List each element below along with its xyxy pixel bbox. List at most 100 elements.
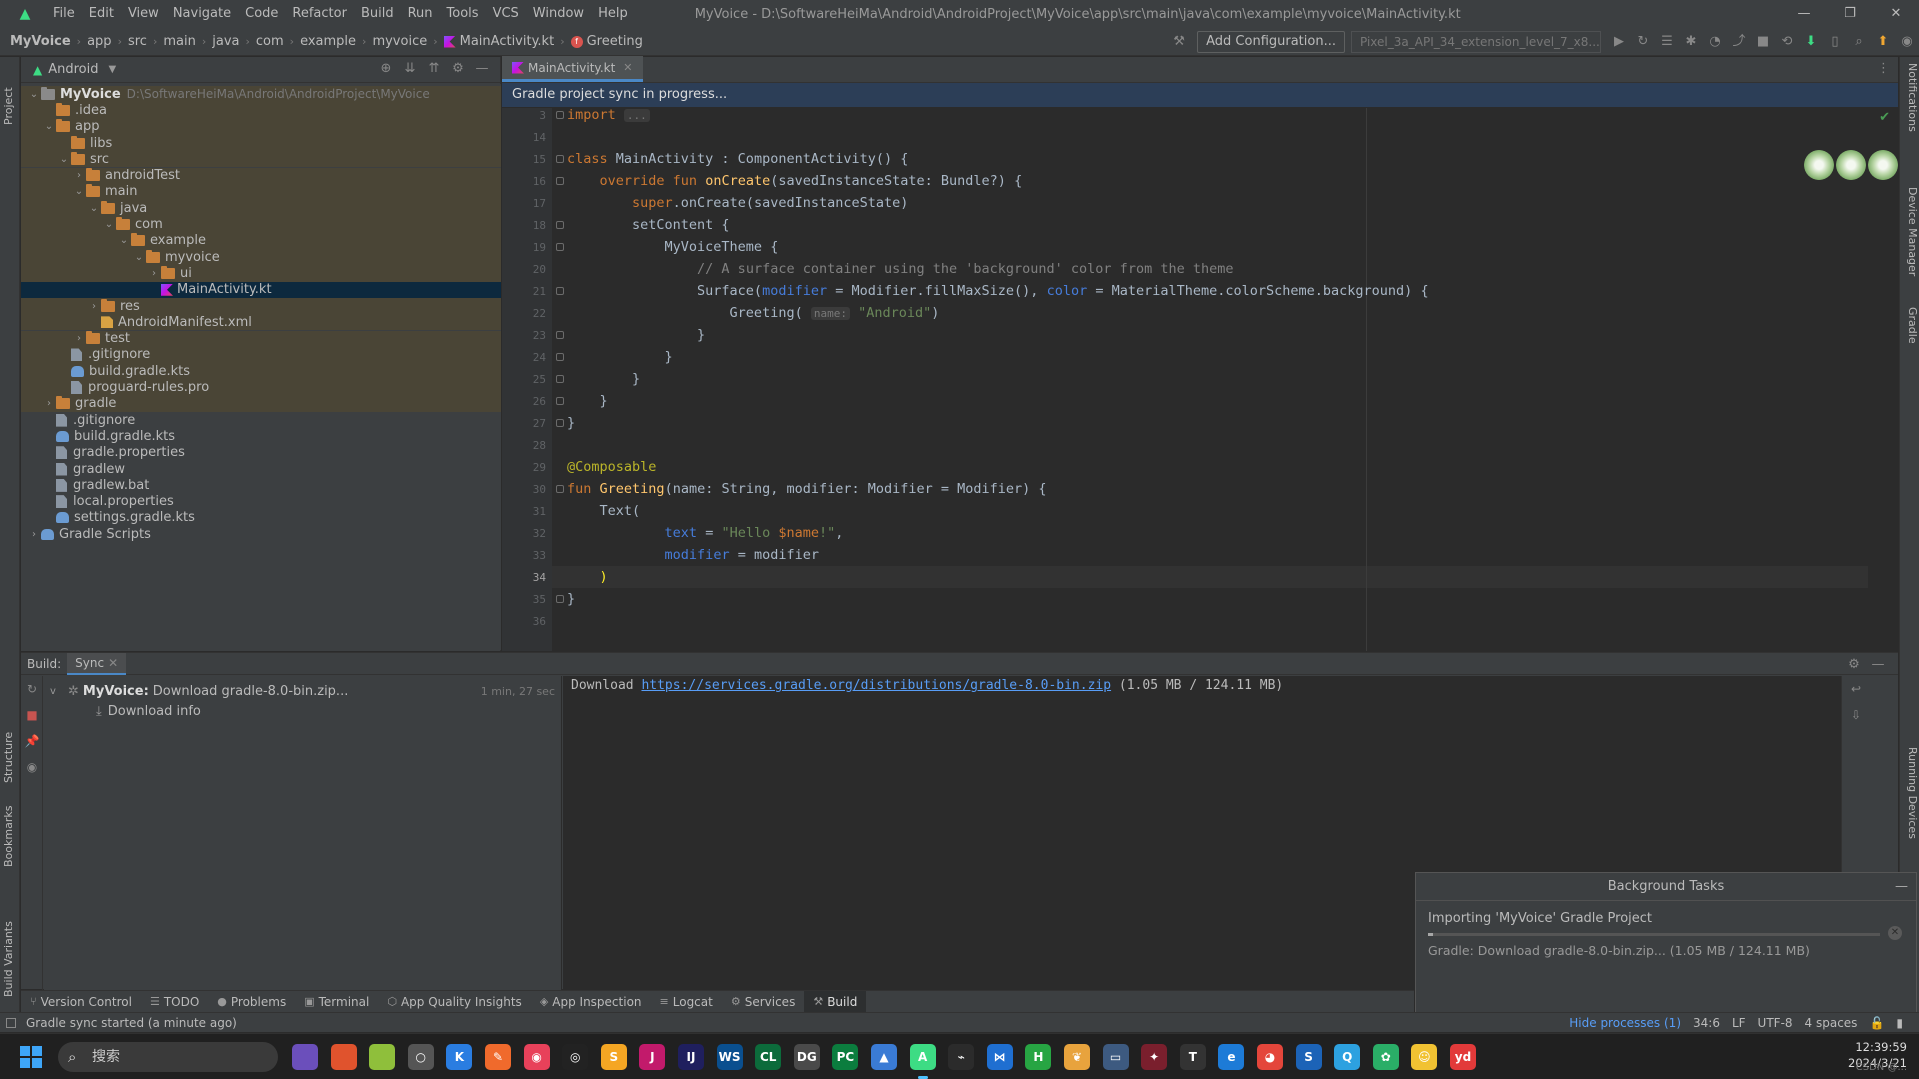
taskbar-search[interactable]: ⌕ 搜索	[58, 1042, 278, 1072]
app-icon[interactable]: ✦	[1141, 1044, 1168, 1070]
chevron-right-icon[interactable]: ›	[72, 170, 86, 181]
device-manager-icon[interactable]: ▯	[1823, 30, 1847, 54]
intellij-icon[interactable]: IJ	[678, 1044, 704, 1070]
typora-icon[interactable]: T	[1179, 1044, 1206, 1070]
tree-item[interactable]: gradlew.bat	[21, 477, 501, 493]
tree-item[interactable]: .gitignore	[21, 412, 501, 428]
menu-code[interactable]: Code	[238, 0, 285, 28]
collapse-all-icon[interactable]: ⇈	[422, 57, 446, 81]
attach-debugger-icon[interactable]: ⤴	[1727, 30, 1751, 54]
breadcrumb-item[interactable]: com	[252, 34, 288, 49]
app-icon[interactable]: ⌁	[948, 1044, 975, 1070]
tree-item[interactable]: libs	[21, 134, 501, 152]
tree-item[interactable]: .idea	[21, 102, 501, 119]
breadcrumb-item[interactable]: app	[83, 34, 115, 49]
fold-marker-icon[interactable]	[556, 287, 564, 295]
breadcrumb-item[interactable]: MainActivity.kt	[440, 34, 559, 49]
code-line[interactable]: }	[567, 346, 673, 368]
code-area[interactable]: 3 14 15 16 17 18 19 20 21 22 23 24 25 26 27 28 29 30 31 32 3…	[502, 108, 1898, 651]
soft-wrap-icon[interactable]: ↩	[1842, 676, 1870, 702]
menu-help[interactable]: Help	[591, 0, 635, 28]
fold-marker-icon[interactable]	[556, 155, 564, 163]
sync-gradle-icon[interactable]: ⟲	[1775, 30, 1799, 54]
code-line[interactable]: }	[567, 390, 608, 412]
datagrip-icon[interactable]: DG	[793, 1044, 820, 1070]
breadcrumb-item[interactable]: java	[208, 34, 243, 49]
app-icon[interactable]: ◉	[523, 1044, 550, 1070]
tree-item[interactable]: ⌄ app	[21, 118, 501, 135]
tree-item[interactable]: › res	[21, 297, 501, 315]
indent-setting[interactable]: 4 spaces	[1805, 1016, 1858, 1030]
chevron-right-icon[interactable]: ›	[147, 268, 161, 279]
wechat-icon[interactable]: ✿	[1372, 1044, 1399, 1070]
tree-item[interactable]: MainActivity.kt	[21, 281, 501, 298]
file-encoding[interactable]: UTF-8	[1758, 1016, 1793, 1030]
fold-marker-icon[interactable]	[556, 111, 564, 119]
code-line[interactable]: }	[567, 324, 705, 346]
breadcrumb-item[interactable]: main	[159, 34, 199, 49]
run-icon[interactable]: ▶	[1607, 30, 1631, 54]
tree-item[interactable]: ⌄ example	[21, 232, 501, 249]
tree-item[interactable]: ⌄ java	[21, 200, 501, 217]
fold-marker-icon[interactable]	[556, 331, 564, 339]
fold-marker-icon[interactable]	[556, 177, 564, 185]
tree-item[interactable]: settings.gradle.kts	[21, 510, 501, 526]
tree-item[interactable]: AndroidManifest.xml	[21, 314, 501, 331]
code-line[interactable]: import ...	[567, 108, 650, 126]
lock-icon[interactable]: 🔓	[1869, 1016, 1884, 1030]
pycharm-icon[interactable]: PC	[832, 1044, 859, 1070]
app-icon[interactable]: Q	[1334, 1044, 1361, 1070]
running-devices-tool-tab[interactable]: Running Devices	[1903, 747, 1919, 857]
account-icon[interactable]: ◉	[1895, 30, 1919, 54]
tool-tab-version-control[interactable]: ⑂ Version Control	[21, 991, 141, 1013]
chevron-down-icon[interactable]: ⌄	[72, 186, 86, 197]
jetbrains-icon[interactable]: J	[639, 1044, 666, 1070]
menu-view[interactable]: View	[121, 0, 166, 28]
pin-icon[interactable]: 📌	[21, 728, 43, 754]
build-task-row[interactable]: v ✲ MyVoice: Download gradle-8.0-bin.zip…	[50, 682, 555, 702]
code-line[interactable]: Text(	[567, 500, 641, 522]
app-icon[interactable]: ▭	[1102, 1044, 1129, 1070]
breadcrumb-item[interactable]: f Greeting	[567, 34, 647, 49]
chevron-down-icon[interactable]: ⌄	[42, 121, 56, 132]
maximize-window-button[interactable]: ❐	[1827, 0, 1873, 28]
app-icon[interactable]: ✎	[485, 1044, 511, 1070]
chevron-down-icon[interactable]: ⌄	[57, 154, 71, 165]
app-icon[interactable]: ☺	[1411, 1044, 1438, 1070]
fold-marker-icon[interactable]	[556, 485, 564, 493]
rerun-icon[interactable]: ↻	[1631, 30, 1655, 54]
editor-tab-mainactivity[interactable]: MainActivity.kt ✕	[502, 56, 643, 82]
stop-icon[interactable]: ■	[1751, 30, 1775, 54]
chrome-icon[interactable]: ◕	[1257, 1044, 1283, 1070]
fold-marker-icon[interactable]	[556, 397, 564, 405]
build-variants-tool-tab[interactable]: Build Variants	[2, 887, 18, 997]
menu-edit[interactable]: Edit	[82, 0, 121, 28]
tree-item[interactable]: ⌄ main	[21, 183, 501, 201]
search-everywhere-icon[interactable]: ⌕	[1847, 30, 1871, 54]
youdao-icon[interactable]: yd	[1450, 1044, 1476, 1070]
add-configuration-button[interactable]: Add Configuration...	[1197, 31, 1345, 53]
more-options-icon[interactable]: ⋮	[1877, 61, 1890, 76]
code-line[interactable]: class MainActivity : ComponentActivity()…	[567, 148, 908, 170]
tool-tab-services[interactable]: ⚙ Services	[722, 991, 804, 1013]
gear-icon[interactable]: ⚙	[1842, 653, 1866, 677]
vscode-icon[interactable]: ⋈	[986, 1044, 1013, 1070]
chevron-right-icon[interactable]: ›	[72, 333, 86, 344]
code-line[interactable]: fun Greeting(name: String, modifier: Mod…	[567, 478, 1047, 500]
debug-icon[interactable]: ✱	[1679, 30, 1703, 54]
menu-run[interactable]: Run	[401, 0, 440, 28]
app-icon[interactable]: K	[446, 1044, 473, 1070]
project-view-selector[interactable]: ▲ Android ▼	[21, 62, 116, 77]
media-app-icon[interactable]	[292, 1044, 318, 1070]
menu-tools[interactable]: Tools	[440, 0, 486, 28]
menu-file[interactable]: File	[46, 0, 82, 28]
notes-app-icon[interactable]	[369, 1044, 396, 1070]
build-subitem-row[interactable]: ⤓ Download info	[96, 702, 201, 722]
tree-item[interactable]: ⌄ src	[21, 151, 501, 168]
device-selector[interactable]: Pixel_3a_API_34_extension_level_7_x8...	[1351, 31, 1601, 53]
update-icon[interactable]: ⬆	[1871, 30, 1895, 54]
breadcrumb-item[interactable]: MyVoice	[0, 34, 75, 49]
sublime-icon[interactable]: S	[600, 1044, 627, 1070]
line-separator[interactable]: LF	[1732, 1016, 1746, 1030]
chevron-right-icon[interactable]: ›	[27, 529, 41, 540]
